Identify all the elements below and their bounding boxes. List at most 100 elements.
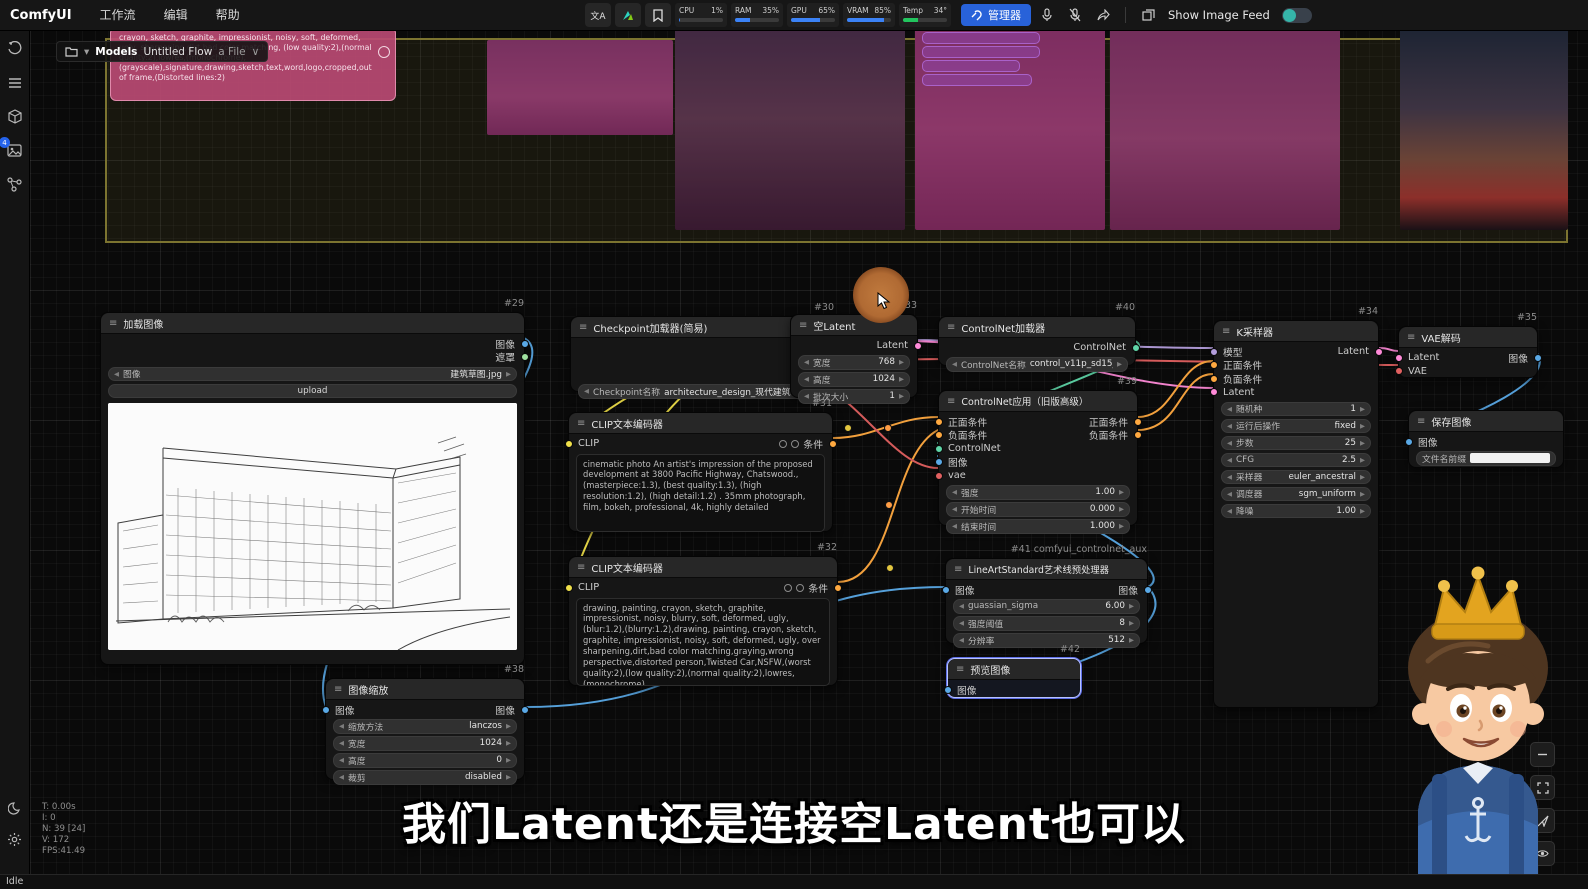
image-feed-icon[interactable] bbox=[1136, 3, 1160, 27]
port-vae-in[interactable] bbox=[1395, 367, 1403, 375]
bypassed-image-1[interactable] bbox=[487, 40, 673, 135]
node-save-image[interactable]: ≡保存图像 图像 文件名前缀 bbox=[1408, 410, 1564, 468]
node-header[interactable]: ≡ControlNet加载器 bbox=[939, 317, 1135, 338]
node-controlnet-loader[interactable]: #40 ≡ControlNet加载器 ControlNet ControlNet… bbox=[938, 316, 1136, 366]
share-icon[interactable] bbox=[1091, 3, 1115, 27]
folder-icon[interactable] bbox=[65, 46, 78, 57]
bypassed-image-3[interactable] bbox=[915, 28, 1105, 230]
collapse-icon[interactable]: ≡ bbox=[1417, 416, 1425, 427]
port-image-out[interactable] bbox=[1534, 354, 1542, 362]
upload-button[interactable]: upload bbox=[108, 384, 517, 399]
collapse-icon[interactable]: ≡ bbox=[334, 684, 342, 695]
collapse-icon[interactable]: ≡ bbox=[954, 564, 962, 575]
bypassed-image-2[interactable] bbox=[675, 28, 905, 230]
port-latent-in[interactable] bbox=[1210, 388, 1218, 396]
mic-muted-icon[interactable] bbox=[1063, 3, 1087, 27]
collapse-icon[interactable]: ≡ bbox=[577, 418, 585, 429]
port-image-out[interactable] bbox=[521, 706, 529, 714]
port-image-in[interactable] bbox=[944, 686, 952, 694]
port-image-out[interactable] bbox=[1144, 586, 1152, 594]
port-clip-in[interactable] bbox=[565, 584, 573, 592]
port-image-in[interactable] bbox=[935, 458, 943, 466]
collapse-icon[interactable]: ≡ bbox=[956, 664, 964, 675]
filename-prefix-input[interactable] bbox=[1470, 453, 1550, 463]
models-label[interactable]: Models bbox=[95, 46, 137, 58]
node-header[interactable]: ≡图像缩放 bbox=[326, 679, 524, 700]
port-vae-in[interactable] bbox=[935, 472, 943, 480]
node-load-image[interactable]: #29 ≡加载图像 图像 遮罩 图像建筑草图.jpg upload bbox=[100, 312, 525, 665]
port-image-in[interactable] bbox=[942, 586, 950, 594]
node-header[interactable]: ≡LineArtStandard艺术线预处理器 bbox=[946, 559, 1147, 580]
settings-gear-icon[interactable] bbox=[6, 831, 23, 848]
node-header[interactable]: ≡ControlNet应用（旧版高级） bbox=[939, 391, 1137, 412]
gaussian-sigma-widget[interactable]: guassian_sigma6.00 bbox=[953, 599, 1140, 614]
file-caret-icon[interactable]: ∨ bbox=[252, 46, 260, 58]
port-latent-in[interactable] bbox=[1395, 354, 1403, 362]
end-percent-widget[interactable]: 结束时间1.000 bbox=[946, 519, 1130, 534]
port-image-out[interactable] bbox=[521, 340, 529, 348]
menu-workflow[interactable]: 工作流 bbox=[86, 0, 150, 30]
port-negative-out[interactable] bbox=[1134, 431, 1142, 439]
node-vae-decode[interactable]: #35 ≡VAE解码 Latent 图像 VAE bbox=[1398, 326, 1538, 378]
mute-icon[interactable] bbox=[791, 440, 799, 448]
intensity-threshold-widget[interactable]: 强度阈值8 bbox=[953, 616, 1140, 631]
bypassed-text-node[interactable]: crayon, sketch, graphite, impressionist,… bbox=[110, 27, 396, 101]
theme-toggle-icon[interactable] bbox=[6, 799, 23, 816]
port-positive-in[interactable] bbox=[935, 418, 943, 426]
node-map-icon[interactable] bbox=[6, 176, 23, 193]
gallery-icon[interactable]: 4 bbox=[6, 142, 23, 159]
node-header[interactable]: ≡加载图像 bbox=[101, 313, 524, 334]
node-lineart-preprocessor[interactable]: #41 comfyui_controlnet_aux ≡LineArtStand… bbox=[945, 558, 1148, 644]
preview-image-street[interactable] bbox=[1400, 28, 1568, 230]
node-apply-controlnet[interactable]: #39 ≡ControlNet应用（旧版高级） 正面条件 正面条件 负面条件 负… bbox=[938, 390, 1138, 526]
port-positive-out[interactable] bbox=[1134, 418, 1142, 426]
width-widget[interactable]: 宽度1024 bbox=[333, 736, 517, 751]
prompt-textarea[interactable]: drawing, painting, crayon, sketch, graph… bbox=[576, 598, 830, 686]
denoise-widget[interactable]: 降噪1.00 bbox=[1221, 504, 1371, 519]
port-latent-out[interactable] bbox=[914, 342, 922, 350]
image-feed-toggle[interactable] bbox=[1282, 8, 1312, 23]
mic-icon[interactable] bbox=[1035, 3, 1059, 27]
translate-icon[interactable]: 文A bbox=[585, 3, 611, 27]
seed-widget[interactable]: 随机种1 bbox=[1221, 402, 1371, 417]
menu-edit[interactable]: 编辑 bbox=[150, 0, 202, 30]
port-positive-in[interactable] bbox=[1210, 361, 1218, 369]
workflow-bar[interactable]: ▾ Models Untitled Flow a File ∨ bbox=[56, 41, 268, 62]
node-header[interactable]: ≡VAE解码 bbox=[1399, 327, 1537, 348]
filename-prefix-widget[interactable]: 文件名前缀 bbox=[1416, 451, 1556, 466]
file-menu[interactable]: a File bbox=[218, 46, 245, 58]
model-library-icon[interactable] bbox=[6, 108, 23, 125]
sampler-widget[interactable]: 采样器euler_ancestral bbox=[1221, 470, 1371, 485]
node-header[interactable]: ≡CLIP文本编码器 bbox=[569, 413, 832, 434]
port-image-in[interactable] bbox=[322, 706, 330, 714]
workflow-history-icon[interactable] bbox=[6, 40, 23, 57]
toggle-icon[interactable] bbox=[784, 584, 792, 592]
manager-button[interactable]: 管理器 bbox=[961, 4, 1031, 26]
menu-help[interactable]: 帮助 bbox=[202, 0, 254, 30]
port-image-in[interactable] bbox=[1405, 438, 1413, 446]
node-header[interactable]: ≡K采样器 bbox=[1214, 321, 1378, 342]
collapse-icon[interactable]: ≡ bbox=[1222, 326, 1230, 337]
mute-icon[interactable] bbox=[796, 584, 804, 592]
port-model-in[interactable] bbox=[1210, 348, 1218, 356]
collapse-icon[interactable]: ≡ bbox=[947, 396, 955, 407]
image-feed-label[interactable]: Show Image Feed bbox=[1168, 8, 1270, 22]
node-empty-latent[interactable]: #33 ≡空Latent Latent 宽度768 高度1024 批次大小1 bbox=[790, 314, 918, 398]
port-clip-in[interactable] bbox=[565, 440, 573, 448]
bypassed-image-4[interactable] bbox=[1110, 28, 1340, 230]
collapse-icon[interactable]: ≡ bbox=[577, 562, 585, 573]
node-clip-encode-negative[interactable]: #32 ≡CLIP文本编码器 CLIP 条件 drawing, painting… bbox=[568, 556, 838, 686]
extension-icon[interactable] bbox=[615, 3, 641, 27]
port-negative-in[interactable] bbox=[935, 431, 943, 439]
port-controlnet-out[interactable] bbox=[1132, 344, 1140, 352]
node-header[interactable]: ≡预览图像 bbox=[948, 659, 1080, 680]
collapse-icon[interactable]: ≡ bbox=[947, 322, 955, 333]
port-conditioning-out[interactable] bbox=[834, 584, 842, 592]
node-header[interactable]: ≡空Latent bbox=[791, 315, 917, 336]
port-conditioning-out[interactable] bbox=[829, 440, 837, 448]
node-preview-image[interactable]: #42 ≡预览图像 图像 bbox=[947, 658, 1081, 698]
toggle-icon[interactable] bbox=[779, 440, 787, 448]
collapse-icon[interactable]: ≡ bbox=[1407, 332, 1415, 343]
collapse-icon[interactable]: ≡ bbox=[109, 318, 117, 329]
strength-widget[interactable]: 强度1.00 bbox=[946, 485, 1130, 500]
